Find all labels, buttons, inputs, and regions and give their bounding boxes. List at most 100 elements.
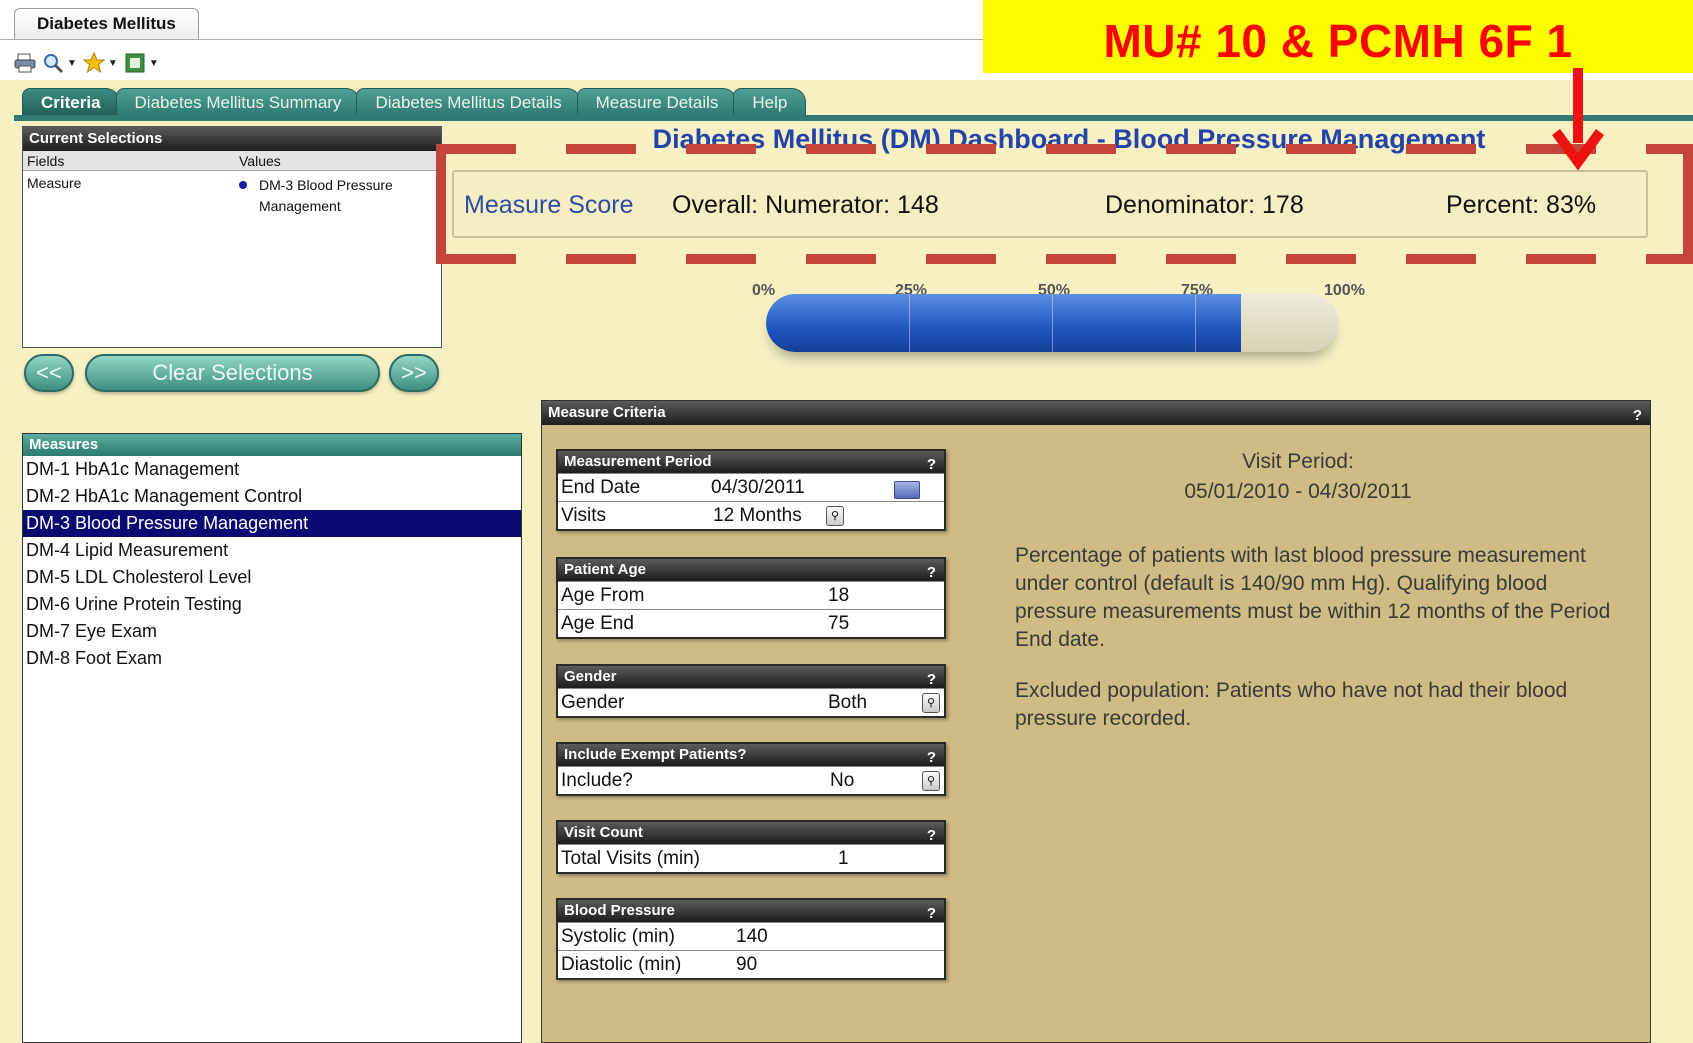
clear-selections-button[interactable]: Clear Selections bbox=[85, 354, 380, 392]
diastolic-field[interactable]: 90 bbox=[736, 951, 757, 979]
visit-count-box: Visit Count ? Total Visits (min) 1 bbox=[556, 820, 946, 874]
tab-criteria[interactable]: Criteria bbox=[22, 88, 120, 116]
measure-item[interactable]: DM-1 HbA1c Management bbox=[23, 456, 521, 483]
measure-item[interactable]: DM-3 Blood Pressure Management bbox=[23, 510, 521, 537]
highlight-dash bbox=[566, 254, 636, 264]
age-from-field[interactable]: 18 bbox=[828, 582, 849, 610]
highlight-dash bbox=[446, 144, 516, 154]
measure-score-box: Measure Score Overall: Numerator: 148 De… bbox=[452, 170, 1648, 238]
measure-criteria-panel: Measure Criteria ? Measurement Period ? … bbox=[541, 400, 1651, 1043]
score-gauge bbox=[766, 294, 1338, 352]
selection-row[interactable]: Measure DM-3 Blood Pressure Management bbox=[23, 171, 441, 231]
measure-item[interactable]: DM-6 Urine Protein Testing bbox=[23, 591, 521, 618]
measurement-period-label: Measurement Period bbox=[564, 453, 712, 470]
chevron-down-icon[interactable]: ▼ bbox=[149, 58, 159, 69]
lookup-icon[interactable]: ⚲ bbox=[922, 771, 940, 791]
numerator-text: Overall: Numerator: 148 bbox=[672, 191, 939, 219]
previous-button[interactable]: << bbox=[24, 354, 74, 392]
app-area: Criteria Diabetes Mellitus Summary Diabe… bbox=[0, 68, 1693, 1043]
include-label: Include? bbox=[561, 770, 633, 791]
total-visits-field[interactable]: 1 bbox=[838, 845, 849, 873]
measures-panel: Measures DM-1 HbA1c Management DM-2 HbA1c… bbox=[22, 433, 522, 1043]
measure-item[interactable]: DM-2 HbA1c Management Control bbox=[23, 483, 521, 510]
age-end-label: Age End bbox=[561, 613, 634, 634]
gender-row: Gender Both ⚲ bbox=[558, 688, 944, 716]
end-date-field[interactable]: 04/30/2011 bbox=[711, 474, 805, 502]
lookup-icon[interactable]: ⚲ bbox=[826, 506, 844, 526]
current-selections-panel: Current Selections Fields Values Measure… bbox=[22, 126, 442, 348]
gauge-tick bbox=[1195, 294, 1196, 352]
highlight-dash bbox=[1286, 254, 1356, 264]
exempt-title-label: Include Exempt Patients? bbox=[564, 746, 747, 763]
measure-item[interactable]: DM-7 Eye Exam bbox=[23, 618, 521, 645]
highlight-dash bbox=[446, 254, 516, 264]
measure-item[interactable]: DM-5 LDL Cholesterol Level bbox=[23, 564, 521, 591]
measures-title: Measures bbox=[23, 434, 521, 456]
tab-measure-details[interactable]: Measure Details bbox=[576, 88, 738, 116]
selection-value: DM-3 Blood Pressure Management bbox=[259, 177, 393, 214]
lookup-icon[interactable]: ⚲ bbox=[922, 693, 940, 713]
annotation-label: MU# 10 & PCMH 6F 1 bbox=[1103, 15, 1573, 67]
tab-details[interactable]: Diabetes Mellitus Details bbox=[356, 88, 581, 116]
highlight-dash bbox=[1046, 144, 1116, 154]
gauge-fill bbox=[766, 294, 1241, 352]
measure-item[interactable]: DM-4 Lipid Measurement bbox=[23, 537, 521, 564]
patient-age-box: Patient Age ? Age From 18 Age End 75 bbox=[556, 557, 946, 639]
export-excel-icon bbox=[124, 52, 146, 74]
highlight-dash bbox=[1406, 254, 1476, 264]
highlight-dash bbox=[806, 254, 876, 264]
highlight-dash bbox=[806, 144, 876, 154]
highlight-right-edge bbox=[1683, 144, 1693, 264]
highlight-dash bbox=[1406, 144, 1476, 154]
chevron-down-icon[interactable]: ▼ bbox=[108, 58, 118, 69]
tab-help[interactable]: Help bbox=[733, 88, 807, 116]
fields-header: Fields bbox=[27, 153, 65, 169]
help-icon[interactable]: ? bbox=[1633, 404, 1642, 428]
next-button[interactable]: >> bbox=[389, 354, 439, 392]
visit-count-title-label: Visit Count bbox=[564, 824, 643, 841]
tab-bar: Criteria Diabetes Mellitus Summary Diabe… bbox=[22, 88, 807, 116]
visits-row: Visits 12 Months ⚲ bbox=[558, 501, 944, 529]
systolic-label: Systolic (min) bbox=[561, 926, 676, 947]
measure-description: Percentage of patients with last blood p… bbox=[1015, 544, 1611, 651]
percent-text: Percent: 83% bbox=[1446, 191, 1597, 219]
visit-period-block: Visit Period: 05/01/2010 - 04/30/2011 bbox=[998, 447, 1598, 507]
gender-field[interactable]: Both bbox=[828, 689, 867, 717]
systolic-field[interactable]: 140 bbox=[736, 923, 768, 951]
favorites-star-icon bbox=[82, 52, 105, 74]
highlight-dash bbox=[566, 144, 636, 154]
blood-pressure-title-label: Blood Pressure bbox=[564, 902, 675, 919]
tab-summary[interactable]: Diabetes Mellitus Summary bbox=[115, 88, 361, 116]
highlight-dash bbox=[686, 254, 756, 264]
include-field[interactable]: No bbox=[830, 767, 854, 795]
chevron-down-icon[interactable]: ▼ bbox=[67, 58, 77, 69]
measurement-period-box: Measurement Period ? End Date 04/30/2011… bbox=[556, 449, 946, 531]
denominator-text: Denominator: 178 bbox=[1105, 191, 1304, 219]
print-button[interactable] bbox=[14, 50, 36, 76]
exempt-title: Include Exempt Patients? ? bbox=[558, 744, 944, 766]
age-end-row: Age End 75 bbox=[558, 609, 944, 637]
measure-score-label: Measure Score bbox=[464, 191, 634, 219]
diastolic-row: Diastolic (min) 90 bbox=[558, 950, 944, 978]
zoom-button[interactable]: ▼ bbox=[42, 50, 77, 76]
current-selections-header: Fields Values bbox=[23, 151, 441, 171]
measures-list: DM-1 HbA1c Management DM-2 HbA1c Manageme… bbox=[23, 456, 521, 672]
favorites-button[interactable]: ▼ bbox=[82, 50, 118, 76]
export-button[interactable]: ▼ bbox=[124, 50, 159, 76]
age-end-field[interactable]: 75 bbox=[828, 610, 849, 638]
gauge-tick-label: 0% bbox=[752, 282, 776, 299]
measurement-period-title: Measurement Period ? bbox=[558, 451, 944, 473]
zoom-icon bbox=[42, 52, 64, 74]
visits-field[interactable]: 12 Months bbox=[713, 502, 802, 530]
highlight-dash bbox=[1286, 144, 1356, 154]
measure-item[interactable]: DM-8 Foot Exam bbox=[23, 645, 521, 672]
diastolic-label: Diastolic (min) bbox=[561, 954, 682, 975]
highlight-dash bbox=[1046, 254, 1116, 264]
blood-pressure-box: Blood Pressure ? Systolic (min) 140 Dias… bbox=[556, 898, 946, 980]
measure-criteria-header: Measure Criteria ? bbox=[542, 401, 1650, 425]
include-row: Include? No ⚲ bbox=[558, 766, 944, 794]
calendar-icon[interactable] bbox=[894, 481, 920, 499]
excluded-population: Excluded population: Patients who have n… bbox=[1015, 679, 1568, 730]
total-visits-label: Total Visits (min) bbox=[561, 848, 701, 869]
document-tab[interactable]: Diabetes Mellitus bbox=[14, 8, 199, 40]
